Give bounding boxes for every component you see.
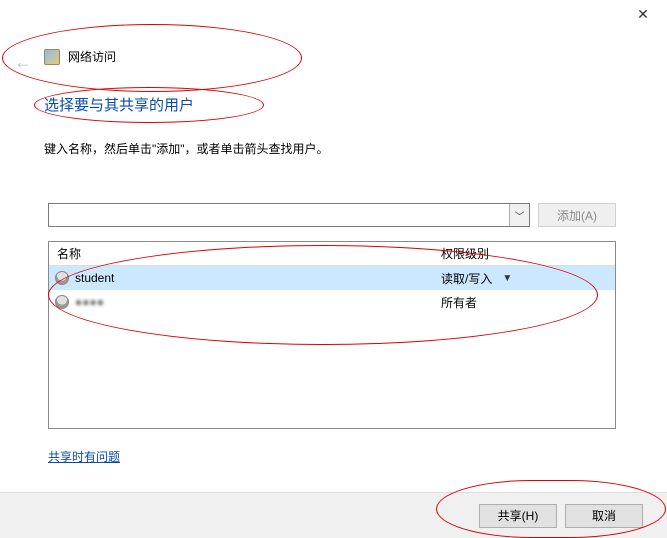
user-combobox[interactable]: ﹀ [48, 203, 530, 227]
chevron-down-icon: ﹀ [515, 208, 525, 223]
permission-label: 所有者 [441, 294, 477, 311]
table-header: 名称 权限级别 [49, 242, 615, 266]
cell-permission: 所有者 [437, 294, 615, 311]
cell-name: ●●●● [49, 295, 437, 309]
combobox-dropdown-button[interactable]: ﹀ [509, 204, 529, 226]
user-input-row: ﹀ 添加(A) [48, 203, 616, 227]
chevron-down-icon: ▼ [502, 273, 512, 284]
share-button-label: 共享(H) [498, 507, 539, 524]
page-heading: 选择要与其共享的用户 [44, 94, 194, 115]
user-icon [55, 295, 69, 309]
user-name-label: student [75, 271, 114, 285]
column-header-name[interactable]: 名称 [49, 245, 437, 262]
arrow-left-icon: ← [14, 52, 32, 72]
cell-permission[interactable]: 读取/写入 ▼ [437, 270, 615, 287]
dialog-header: 网络访问 [44, 48, 116, 65]
table-row[interactable]: student 读取/写入 ▼ [49, 266, 615, 290]
cancel-button-label: 取消 [592, 507, 616, 524]
dialog-footer: 共享(H) 取消 [0, 492, 667, 538]
network-access-icon [44, 49, 60, 65]
add-button-label: 添加(A) [557, 207, 597, 224]
share-users-table: 名称 权限级别 student 读取/写入 ▼ ●●●● 所有者 [48, 241, 616, 429]
back-button[interactable]: ← [14, 52, 32, 73]
cell-name: student [49, 271, 437, 285]
page-subheading: 键入名称，然后单击"添加"，或者单击箭头查找用户。 [44, 140, 329, 157]
user-name-label: ●●●● [75, 295, 104, 309]
help-link[interactable]: 共享时有问题 [48, 448, 120, 465]
column-header-permission[interactable]: 权限级别 [437, 245, 615, 262]
user-icon [55, 271, 69, 285]
titlebar: ✕ [0, 0, 667, 28]
cancel-button[interactable]: 取消 [565, 504, 643, 528]
user-name-input[interactable] [49, 204, 509, 226]
permission-label: 读取/写入 [441, 270, 492, 287]
dialog-title: 网络访问 [68, 48, 116, 65]
add-button[interactable]: 添加(A) [538, 203, 616, 227]
close-button[interactable]: ✕ [623, 1, 663, 27]
close-icon: ✕ [637, 6, 649, 23]
share-button[interactable]: 共享(H) [479, 504, 557, 528]
table-row[interactable]: ●●●● 所有者 [49, 290, 615, 314]
